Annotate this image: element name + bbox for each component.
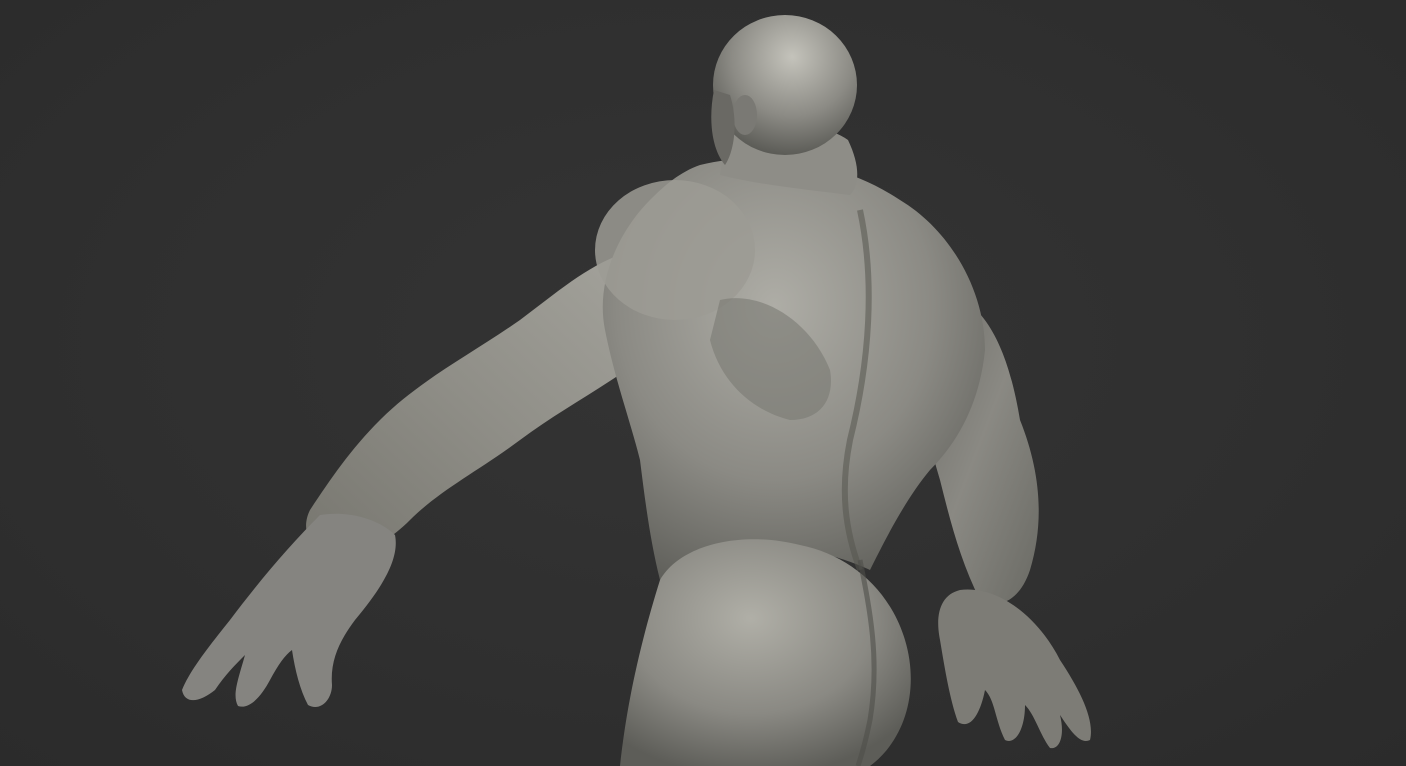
left-arm-shape: [306, 250, 640, 560]
right-hand-shape: [938, 589, 1091, 749]
head-shape: [713, 15, 857, 155]
left-hand-shape: [182, 513, 396, 708]
ear-shape: [733, 95, 757, 135]
sculpted-figure-render: [182, 15, 1091, 766]
3d-viewport-canvas[interactable]: [0, 0, 1406, 766]
